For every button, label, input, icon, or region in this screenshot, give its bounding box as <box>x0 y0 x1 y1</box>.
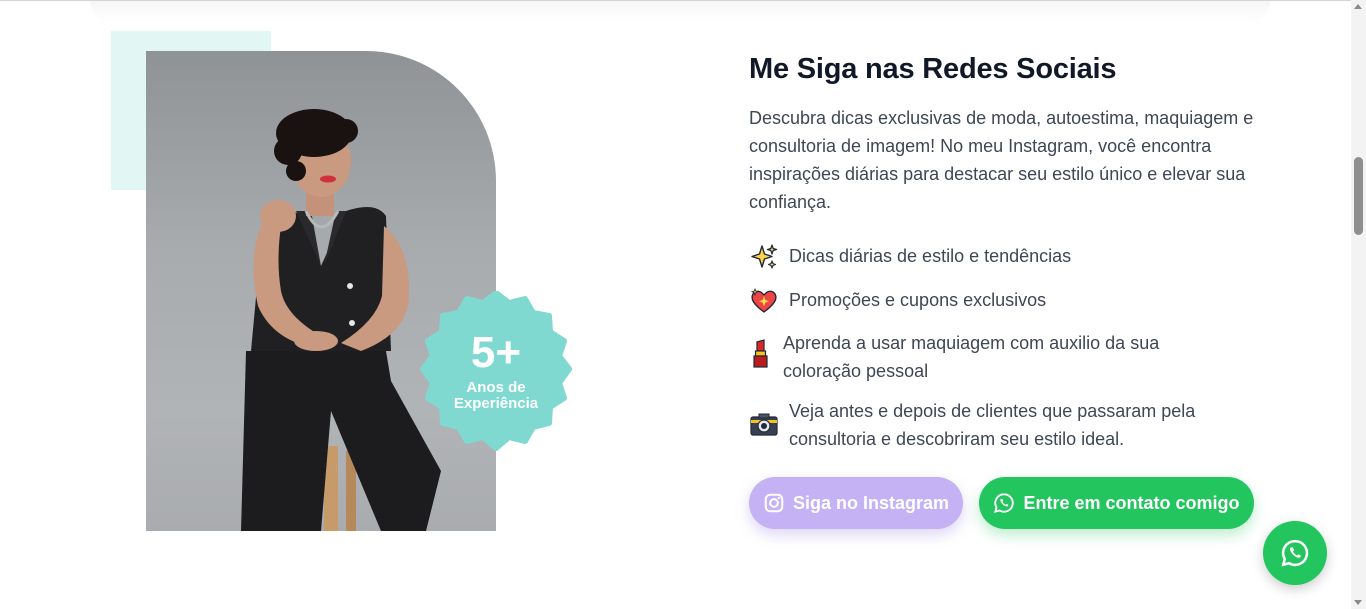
badge-label-line2: Experiência <box>453 395 539 412</box>
lipstick-icon <box>749 339 773 369</box>
whatsapp-button-label: Entre em contato comigo <box>1023 492 1240 513</box>
badge-label: Anos de Experiência <box>416 380 576 412</box>
experience-badge: 5+ Anos de Experiência <box>416 291 576 451</box>
scrollbar-thumb[interactable] <box>1354 157 1363 235</box>
whatsapp-icon <box>994 493 1015 513</box>
section-title: Me Siga nas Redes Sociais <box>749 53 1117 85</box>
scroll-up-arrow-icon[interactable] <box>1354 4 1362 9</box>
feature-text: Aprenda a usar maquiagem com auxilio da … <box>783 333 1160 381</box>
whatsapp-contact-button[interactable]: Entre em contato comigo <box>979 477 1254 529</box>
list-item: Promoções e cupons exclusivos <box>749 286 1046 316</box>
feature-text: Promoções e cupons exclusivos <box>789 290 1047 310</box>
list-item: Dicas diárias de estilo e tendências <box>749 242 1071 272</box>
section-description: Descubra dicas exclusivas de moda, autoe… <box>749 108 1254 212</box>
instagram-icon <box>764 493 784 513</box>
scroll-down-arrow-icon[interactable] <box>1354 600 1362 605</box>
instagram-button[interactable]: Siga no Instagram <box>749 477 963 529</box>
badge-label-line1: Anos de <box>466 379 526 396</box>
camera-icon <box>749 409 779 439</box>
sparkling-heart-icon <box>749 286 779 316</box>
feature-text: Dicas diárias de estilo e tendências <box>789 246 1072 266</box>
list-item: Veja antes e depois de clientes que pass… <box>749 397 1229 453</box>
sparkles-icon <box>749 242 779 272</box>
whatsapp-icon <box>1281 539 1309 567</box>
badge-number: 5+ <box>470 328 522 377</box>
instagram-button-label: Siga no Instagram <box>792 492 950 513</box>
feature-text: Veja antes e depois de clientes que pass… <box>789 401 1196 449</box>
page-scrollbar[interactable] <box>1351 0 1366 609</box>
floating-whatsapp-button[interactable] <box>1263 521 1327 585</box>
list-item: Aprenda a usar maquiagem com auxilio da … <box>749 329 1213 385</box>
header-shadow <box>90 1 1270 23</box>
